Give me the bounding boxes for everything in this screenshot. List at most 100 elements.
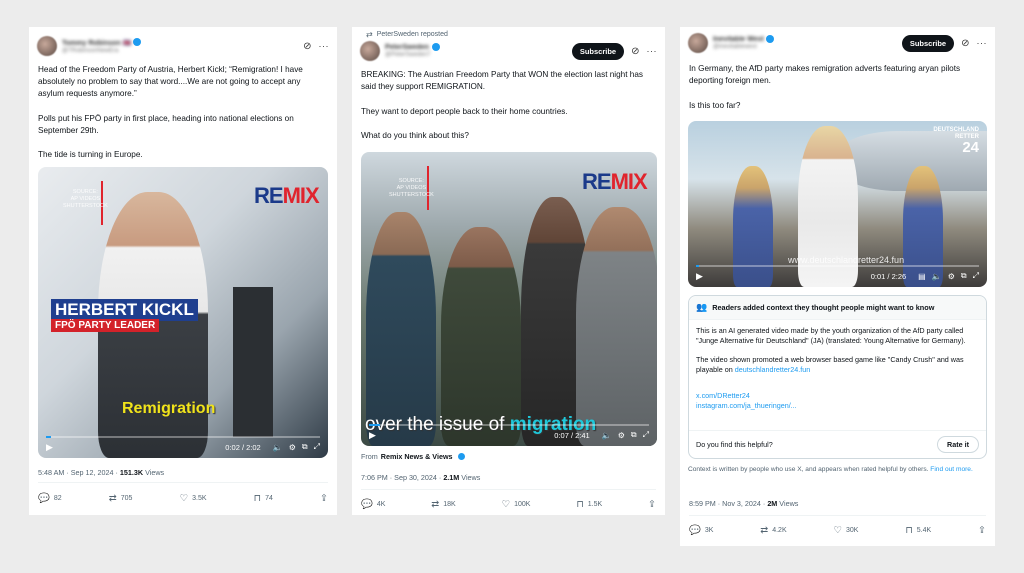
people-icon: 👥 (696, 302, 708, 312)
settings-icon[interactable]: ⚙ (948, 272, 955, 281)
reply-icon: 💬 (689, 525, 701, 536)
more-options-icon[interactable]: ··· (319, 41, 330, 51)
video-progress-bar[interactable] (369, 424, 649, 426)
verified-badge-icon (432, 43, 441, 51)
share-button[interactable]: ⇪ (978, 525, 986, 536)
community-note-header: 👥 Readers added context they thought peo… (689, 296, 986, 320)
video-controls: ▶ 0:07 / 2:41 🔈 ⚙ ⧉ ⤢ (369, 429, 649, 441)
pip-icon[interactable]: ⧉ (631, 430, 637, 440)
fullscreen-icon[interactable]: ⤢ (314, 442, 320, 452)
tweet-text: BREAKING: The Austrian Freedom Party tha… (361, 69, 656, 142)
lower-third-name: HERBERT KICKL (51, 299, 198, 321)
pip-icon[interactable]: ⧉ (961, 271, 967, 281)
subscribe-button[interactable]: Subscribe (571, 42, 625, 60)
reply-button[interactable]: 💬 3K (689, 525, 713, 536)
settings-icon[interactable]: ⚙ (618, 431, 625, 440)
avatar[interactable] (37, 36, 57, 56)
tweet-text: In Germany, the AfD party makes remigrat… (689, 63, 986, 112)
settings-icon[interactable]: ⚙ (289, 443, 296, 452)
divider (38, 482, 328, 483)
bookmark-icon: ⊓ (253, 493, 262, 504)
action-bar: 💬 82 ⇄ 705 ♡ 3.5K ⊓ 74 ⇪ (38, 493, 328, 504)
reply-icon: 💬 (38, 493, 50, 504)
handle[interactable]: @PeterSweden7 (385, 52, 430, 58)
tweet-paragraph: Head of the Freedom Party of Austria, He… (38, 65, 303, 99)
fullscreen-icon[interactable]: ⤢ (643, 430, 649, 440)
video-progress-bar[interactable] (46, 436, 320, 438)
bookmark-icon: ⊓ (576, 499, 584, 510)
community-note-title: Readers added context they thought peopl… (712, 303, 935, 312)
reply-button[interactable]: 💬 82 (38, 493, 62, 504)
note-link[interactable]: deutschlandretter24.fun (735, 365, 811, 374)
captions-icon[interactable]: ▤ (918, 272, 926, 281)
like-button[interactable]: ♡ 100K (502, 499, 531, 510)
like-button[interactable]: ♡ 3.5K (180, 493, 207, 504)
community-note-disclaimer: Context is written by people who use X, … (688, 466, 973, 473)
note-link[interactable]: instagram.com/ja_thueringen/... (696, 401, 979, 412)
rate-it-button[interactable]: Rate it (937, 436, 979, 453)
action-bar: 💬 3K ⇄ 4.2K ♡ 30K ⊓ 5.4K ⇪ (689, 525, 986, 536)
share-icon: ⇪ (977, 525, 986, 536)
repost-button[interactable]: ⇄ 4.2K (760, 525, 786, 536)
volume-icon[interactable]: 🔈 (273, 443, 283, 452)
from-source-link[interactable]: Remix News & Views (381, 452, 453, 461)
tweet-paragraph: What do you think about this? (361, 130, 469, 140)
timestamp[interactable]: 5:48 AM · Sep 12, 2024 · (38, 468, 120, 477)
timestamp[interactable]: 8:59 PM · Nov 3, 2024 · (689, 499, 767, 508)
grok-icon[interactable]: ⊘ (961, 38, 969, 49)
more-options-icon[interactable]: ··· (647, 46, 658, 56)
video-controls: ▶ 0:02 / 2:02 🔈 ⚙ ⧉ ⤢ (46, 441, 320, 453)
handle[interactable]: @TRobinsonNewEra (62, 48, 131, 54)
repost-button[interactable]: ⇄ 705 (109, 493, 133, 504)
bookmark-button[interactable]: ⊓ 5.4K (905, 525, 931, 536)
fullscreen-icon[interactable]: ⤢ (973, 271, 979, 281)
timestamp[interactable]: 7:06 PM · Sep 30, 2024 · (361, 473, 443, 482)
video-progress-bar[interactable] (696, 265, 979, 267)
video-watermark: DEUTSCHLAND RETTER 24 (933, 127, 979, 156)
share-button[interactable]: ⇪ (320, 493, 328, 504)
bookmark-button[interactable]: ⊓ 1.5K (576, 499, 602, 510)
tweet-card-1[interactable]: Tommy Robinson 🇬🇧 @TRobinsonNewEra ⊘ ···… (29, 27, 337, 515)
find-out-more-link[interactable]: Find out more. (930, 466, 973, 473)
note-paragraph: The video shown promoted a web browser b… (696, 355, 964, 375)
grok-icon[interactable]: ⊘ (631, 46, 639, 57)
tweet-header: PeterSweden @PeterSweden7 Subscribe ⊘ ··… (360, 39, 657, 63)
volume-icon[interactable]: 🔈 (932, 272, 942, 281)
video-player[interactable]: DEUTSCHLAND RETTER 24 www.deutschlandret… (688, 121, 987, 287)
tweet-card-2[interactable]: ⇄ PeterSweden reposted PeterSweden @Pete… (352, 27, 665, 515)
note-link[interactable]: x.com/DRetter24 (696, 391, 979, 402)
views-label: Views (459, 473, 481, 482)
source-label: SOURCE: AP VIDEOS SHUTTERSTOCK (389, 178, 434, 198)
tweet-paragraph: BREAKING: The Austrian Freedom Party tha… (361, 70, 643, 92)
more-options-icon[interactable]: ··· (977, 38, 988, 48)
crowd-figure (576, 207, 657, 446)
video-url-overlay: www.deutschlandretter24.fun (788, 255, 905, 265)
play-icon[interactable]: ▶ (369, 430, 376, 441)
repost-button[interactable]: ⇄ 18K (431, 499, 455, 510)
share-button[interactable]: ⇪ (648, 499, 656, 510)
like-button[interactable]: ♡ 30K (833, 525, 858, 536)
display-name[interactable]: Inevitable West (713, 36, 764, 43)
avatar[interactable] (688, 33, 708, 53)
tweet-paragraph: The tide is turning in Europe. (38, 150, 143, 160)
video-player[interactable]: SOURCE: AP VIDEOS SHUTTERSTOCK REMIX ove… (361, 152, 657, 446)
reposted-by[interactable]: PeterSweden reposted (377, 31, 448, 38)
tweet-card-3[interactable]: Inevitable West @inevitablewest Subscrib… (680, 27, 995, 546)
avatar[interactable] (360, 41, 380, 61)
bookmark-button[interactable]: ⊓ 74 (254, 493, 273, 504)
reply-button[interactable]: 💬 4K (361, 499, 385, 510)
subscribe-button[interactable]: Subscribe (901, 34, 955, 52)
volume-icon[interactable]: 🔈 (602, 431, 612, 440)
display-name[interactable]: Tommy Robinson 🇬🇧 (62, 39, 131, 47)
views-count: 151.3K (119, 468, 144, 477)
handle[interactable]: @inevitablewest (713, 44, 764, 50)
grok-icon[interactable]: ⊘ (303, 41, 311, 52)
pip-icon[interactable]: ⧉ (302, 442, 308, 452)
video-player[interactable]: SOURCE: AP VIDEOS SHUTTERSTOCK REMIX HER… (38, 167, 328, 458)
play-icon[interactable]: ▶ (696, 271, 703, 282)
display-name[interactable]: PeterSweden (385, 44, 430, 51)
play-icon[interactable]: ▶ (46, 442, 53, 453)
tweet-meta: 8:59 PM · Nov 3, 2024 · 2M Views (689, 499, 798, 508)
community-note-rating: Do you find this helpful? Rate it (689, 430, 986, 458)
source-label: SOURCE: AP VIDEOS SHUTTERSTOCK (63, 189, 108, 209)
